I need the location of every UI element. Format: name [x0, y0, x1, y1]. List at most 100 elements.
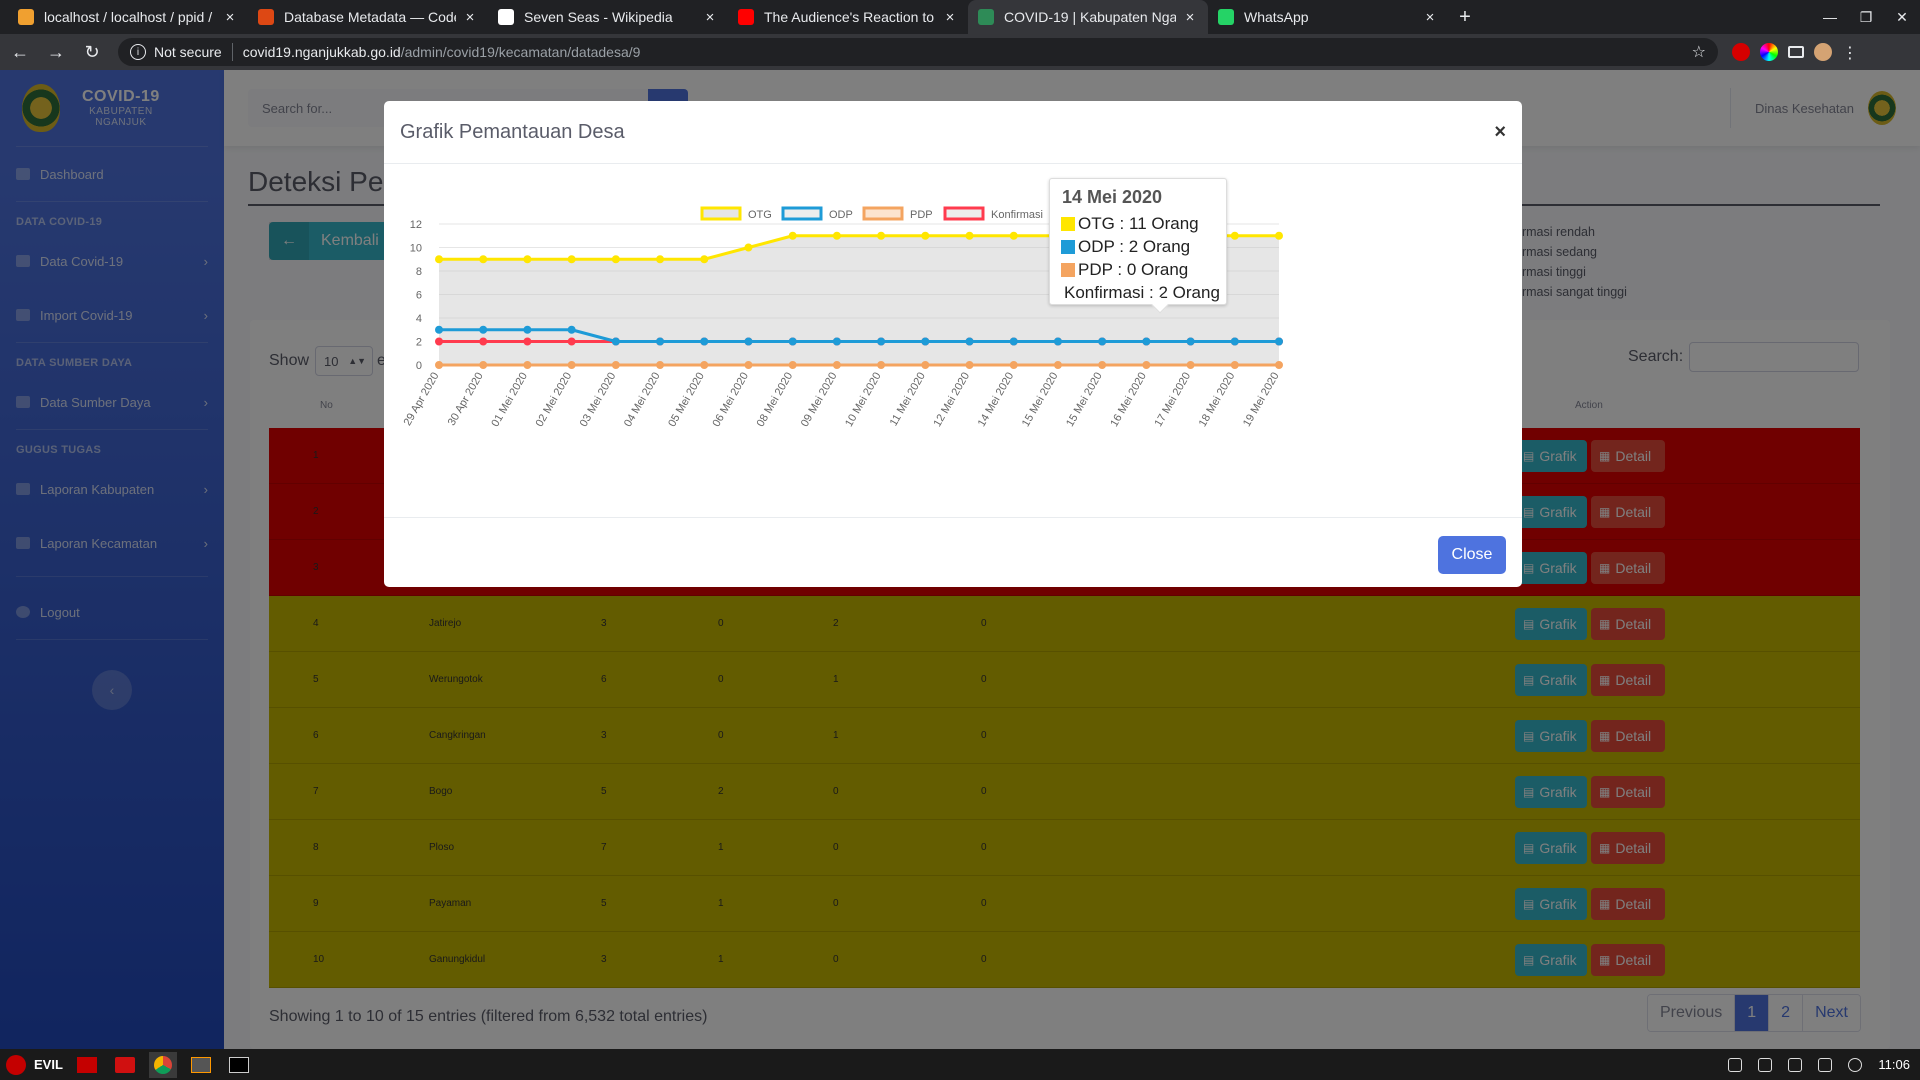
data-point-odp [1142, 337, 1151, 346]
y-tick-label: 10 [410, 243, 422, 255]
data-point-odp [1275, 337, 1283, 346]
new-tab-button[interactable]: + [1448, 0, 1482, 34]
brightness-icon[interactable] [1848, 1057, 1863, 1072]
media-control-icon[interactable] [1788, 46, 1804, 58]
chart-tooltip: 14 Mei 2020 OTG : 11 Orang ODP : 2 Orang… [1049, 178, 1227, 314]
browser-tab[interactable]: Seven Seas - Wikipedia × [488, 0, 728, 34]
data-point-pdp [567, 361, 576, 369]
x-tick-label: 01 Mei 2020 [489, 371, 530, 429]
x-tick-label: 02 Mei 2020 [534, 371, 575, 429]
security-icon[interactable] [1758, 1057, 1773, 1072]
url-field[interactable]: i Not secure covid19.nganjukkab.go.id/ad… [118, 38, 1718, 66]
tooltip-line-odp: ODP : 2 Orang [1060, 235, 1214, 258]
tab-close-icon[interactable]: × [942, 9, 958, 26]
address-bar: ← → ↻ i Not secure covid19.nganjukkab.go… [0, 34, 1920, 70]
extension-icon-red[interactable] [1732, 43, 1750, 61]
data-point-pdp [877, 361, 886, 369]
music-icon[interactable] [1818, 1057, 1833, 1072]
tooltip-line-konfirmasi: Konfirmasi : 2 Orang [1060, 281, 1220, 304]
data-point-pdp [832, 361, 841, 369]
y-tick-label: 2 [416, 337, 422, 349]
tab-title: COVID-19 | Kabupaten Nganju [1004, 9, 1176, 25]
data-point-odp [1053, 337, 1062, 346]
data-point-odp [1230, 337, 1239, 346]
tab-close-icon[interactable]: × [702, 9, 718, 26]
data-point-otg [479, 255, 488, 264]
extension-icons: ⋮ [1732, 43, 1858, 62]
data-point-otg [921, 231, 930, 240]
y-tick-label: 12 [410, 219, 422, 231]
bluetooth-icon[interactable] [1728, 1057, 1743, 1072]
x-tick-label: 18 Mei 2020 [1197, 371, 1238, 429]
taskbar-app-red[interactable] [73, 1052, 101, 1078]
data-point-pdp [523, 361, 532, 369]
tab-close-icon[interactable]: × [222, 9, 238, 26]
x-tick-label: 16 Mei 2020 [1108, 371, 1149, 429]
x-tick-label: 03 Mei 2020 [578, 371, 619, 429]
display-icon[interactable] [1788, 1057, 1803, 1072]
data-point-konfirmasi [567, 337, 576, 346]
tooltip-text: PDP : 0 Orang [1078, 259, 1189, 279]
browser-tab[interactable]: WhatsApp × [1208, 0, 1448, 34]
start-label: EVIL [34, 1057, 63, 1072]
data-point-konfirmasi [523, 337, 532, 346]
bookmark-star-icon[interactable]: ☆ [1692, 42, 1706, 62]
tooltip-text: ODP : 2 Orang [1078, 236, 1191, 256]
data-point-konfirmasi [479, 337, 488, 346]
x-tick-label: 06 Mei 2020 [710, 371, 751, 429]
data-point-otg [832, 231, 841, 240]
tab-close-icon[interactable]: × [462, 9, 478, 26]
restore-icon[interactable]: ❐ [1848, 0, 1884, 34]
forward-icon[interactable]: → [40, 36, 72, 68]
swatch-otg [1060, 215, 1076, 232]
close-window-icon[interactable]: ✕ [1884, 0, 1920, 34]
info-icon[interactable]: i [130, 44, 146, 60]
taskbar-app-files[interactable] [111, 1052, 139, 1078]
data-point-pdp [700, 361, 709, 369]
close-button[interactable]: Close [1438, 536, 1506, 574]
data-point-otg [611, 255, 620, 264]
tab-close-icon[interactable]: × [1422, 9, 1438, 26]
back-icon[interactable]: ← [4, 36, 36, 68]
tab-title: localhost / localhost / ppid / c [44, 9, 216, 25]
wikipedia-icon [498, 9, 514, 25]
data-point-otg [965, 231, 974, 240]
os-taskbar: EVIL 11:06 [0, 1049, 1920, 1080]
close-icon[interactable]: × [1494, 121, 1506, 144]
data-point-odp [1098, 337, 1107, 346]
profile-avatar[interactable] [1814, 43, 1832, 61]
reload-icon[interactable]: ↻ [76, 36, 108, 68]
browser-tab[interactable]: COVID-19 | Kabupaten Nganju × [968, 0, 1208, 34]
modal-header: Grafik Pemantauan Desa × [384, 101, 1522, 164]
clock: 11:06 [1878, 1057, 1910, 1072]
data-point-odp [788, 337, 797, 346]
taskbar-app-chrome[interactable] [148, 1051, 177, 1078]
x-tick-label: 30 Apr 2020 [446, 371, 486, 428]
x-tick-label: 12 Mei 2020 [931, 371, 972, 429]
extension-icon-color[interactable] [1760, 43, 1778, 61]
data-point-otg [877, 231, 886, 240]
taskbar-app-terminal[interactable] [225, 1052, 253, 1078]
taskbar-app-sublime[interactable] [187, 1052, 215, 1078]
legend-label-otg: OTG [748, 209, 772, 221]
y-tick-label: 4 [416, 313, 422, 325]
tab-close-icon[interactable]: × [1182, 9, 1198, 26]
tooltip-title: 14 Mei 2020 [1062, 187, 1163, 207]
data-point-pdp [1098, 361, 1107, 369]
data-point-pdp [1009, 361, 1018, 369]
data-point-odp [567, 325, 576, 334]
codeigniter-icon [258, 9, 274, 25]
data-point-otg [1275, 231, 1283, 240]
tab-title: Seven Seas - Wikipedia [524, 9, 673, 25]
start-menu[interactable]: EVIL [0, 1054, 63, 1075]
url-path: /admin/covid19/kecamatan/datadesa/9 [400, 44, 641, 60]
browser-tab[interactable]: Database Metadata — Codeig × [248, 0, 488, 34]
browser-tab[interactable]: The Audience's Reaction to G × [728, 0, 968, 34]
legend-label-odp: ODP [829, 209, 853, 221]
x-tick-label: 04 Mei 2020 [622, 371, 663, 429]
minimize-icon[interactable]: — [1812, 0, 1848, 34]
modal-footer: Close [384, 517, 1522, 587]
browser-menu-icon[interactable]: ⋮ [1842, 43, 1858, 62]
browser-tab[interactable]: localhost / localhost / ppid / c × [8, 0, 248, 34]
browser-tabbar: localhost / localhost / ppid / c × Databas… [0, 0, 1920, 34]
